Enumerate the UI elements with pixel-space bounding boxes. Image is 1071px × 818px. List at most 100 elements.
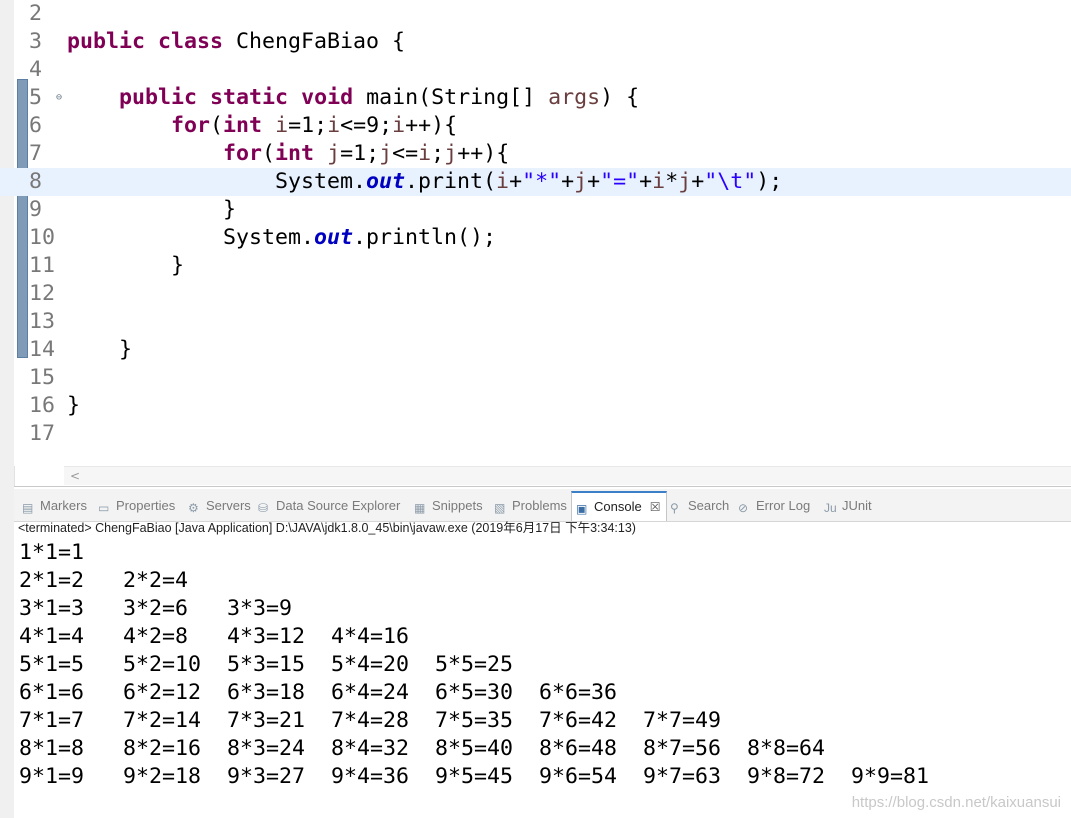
servers-icon: ⚙: [188, 501, 199, 515]
tab-junit[interactable]: Ju JUnit: [824, 495, 872, 517]
code-line[interactable]: 17: [0, 420, 1071, 448]
console-line: 8*1=8 8*2=16 8*3=24 8*4=32 8*5=40 8*6=48 8*7=5…: [19, 735, 955, 763]
console-line: 6*1=6 6*2=12 6*3=18 6*4=24 6*5=30 6*6=36: [19, 679, 955, 707]
scroll-left-arrow-icon[interactable]: <: [70, 467, 80, 485]
close-icon[interactable]: ☒: [650, 500, 661, 514]
tab-label: Servers: [206, 498, 251, 513]
console-cell: 6*4=24: [331, 680, 410, 705]
code-line[interactable]: 3 public class ChengFaBiao {: [0, 28, 1071, 56]
console-cell: 9*4=36: [331, 764, 410, 789]
console-line: 3*1=3 3*2=6 3*3=9: [19, 595, 955, 623]
panel-left-strip: [0, 486, 14, 818]
tab-label: Markers: [40, 498, 87, 513]
tab-properties[interactable]: ▭ Properties: [98, 495, 175, 517]
code-line[interactable]: 16}: [0, 392, 1071, 420]
console-line: 7*1=7 7*2=14 7*3=21 7*4=28 7*5=35 7*6=42 7*7=4…: [19, 707, 955, 735]
console-cell: 8*4=32: [331, 736, 410, 761]
console-cell: 9*9=81: [851, 764, 930, 789]
tab-data-source-explorer[interactable]: ⛁ Data Source Explorer: [258, 495, 400, 517]
line-number: 9: [29, 197, 43, 222]
console-cell: 5*1=5: [19, 652, 85, 677]
console-output[interactable]: 1*1=1 2*1=2 2*2=4 3*1=3 3*2=6 3*3=9 4*1=4 4*2=8…: [19, 539, 955, 791]
console-cell: 9*7=63: [643, 764, 722, 789]
console-cell: 6*6=36: [539, 680, 618, 705]
tab-servers[interactable]: ⚙ Servers: [188, 495, 251, 517]
code-line[interactable]: 12: [0, 280, 1071, 308]
console-cell: 2*1=2: [19, 568, 85, 593]
code-text[interactable]: System.out.println();: [67, 224, 496, 252]
properties-icon: ▭: [98, 501, 110, 515]
console-cell: 6*1=6: [19, 680, 85, 705]
console-icon: ▣: [576, 502, 588, 516]
console-line: 9*1=9 9*2=18 9*3=27 9*4=36 9*5=45 9*6=54 9*7=6…: [19, 763, 955, 791]
code-text[interactable]: for(int i=1;i<=9;i++){: [67, 112, 457, 140]
code-line[interactable]: 15: [0, 364, 1071, 392]
console-cell: 7*6=42: [539, 708, 618, 733]
line-number: 12: [29, 281, 56, 306]
tab-label: Data Source Explorer: [276, 498, 401, 513]
code-line[interactable]: 10 System.out.println();: [0, 224, 1071, 252]
watermark: https://blog.csdn.net/kaixuansui: [851, 794, 1061, 811]
markers-icon: ▤: [22, 501, 34, 515]
fold-collapse-icon[interactable]: ⊖: [56, 84, 62, 112]
code-line[interactable]: 5 ⊖ public static void main(String[] args…: [0, 84, 1071, 112]
code-text[interactable]: for(int j=1;j<=i;j++){: [67, 140, 509, 168]
line-number: 14: [29, 337, 56, 362]
console-cell: 8*2=16: [123, 736, 202, 761]
console-cell: 6*3=18: [227, 680, 306, 705]
code-line[interactable]: 11 }: [0, 252, 1071, 280]
code-line[interactable]: 8 System.out.print(i+"*"+j+"="+i*j+"\t")…: [0, 168, 1071, 196]
line-number: 5: [29, 85, 43, 110]
tab-label: Console: [594, 499, 642, 514]
code-line[interactable]: 6 for(int i=1;i<=9;i++){: [0, 112, 1071, 140]
code-text[interactable]: }: [67, 196, 236, 224]
code-line[interactable]: 7 for(int j=1;j<=i;j++){: [0, 140, 1071, 168]
code-line[interactable]: 4: [0, 56, 1071, 84]
console-cell: 7*4=28: [331, 708, 410, 733]
console-cell: 9*6=54: [539, 764, 618, 789]
line-number: 17: [29, 421, 56, 446]
console-cell: 2*2=4: [123, 568, 189, 593]
tab-search[interactable]: ⚲ Search: [670, 495, 729, 517]
console-cell: 7*7=49: [643, 708, 722, 733]
code-text[interactable]: }: [67, 336, 132, 364]
code-text[interactable]: }: [67, 252, 184, 280]
console-cell: 4*2=8: [123, 624, 189, 649]
code-lines: 2 3 public class ChengFaBiao {4 5 ⊖ public s…: [0, 0, 1071, 448]
tab-label: JUnit: [842, 498, 872, 513]
console-cell: 8*3=24: [227, 736, 306, 761]
problems-icon: ▧: [494, 501, 506, 515]
console-line: 2*1=2 2*2=4: [19, 567, 955, 595]
tab-snippets[interactable]: ▦ Snippets: [414, 495, 483, 517]
console-cell: 7*3=21: [227, 708, 306, 733]
editor-horizontal-scrollbar[interactable]: <: [64, 466, 1071, 485]
tab-label: Search: [688, 498, 730, 513]
code-text[interactable]: public static void main(String[] args) {: [67, 84, 639, 112]
tab-label: Snippets: [432, 498, 483, 513]
data-source-icon: ⛁: [258, 501, 269, 515]
tab-error-log[interactable]: ⊘ Error Log: [738, 495, 810, 517]
junit-icon: Ju: [824, 501, 837, 515]
code-line[interactable]: 9 }: [0, 196, 1071, 224]
code-text[interactable]: }: [67, 392, 80, 420]
code-text[interactable]: System.out.print(i+"*"+j+"="+i*j+"\t");: [67, 168, 782, 196]
console-cell: 9*5=45: [435, 764, 514, 789]
console-cell: 7*1=7: [19, 708, 85, 733]
console-cell: 5*3=15: [227, 652, 306, 677]
search-icon: ⚲: [670, 501, 679, 515]
console-cell: 7*5=35: [435, 708, 514, 733]
console-cell: 3*1=3: [19, 596, 85, 621]
console-cell: 9*2=18: [123, 764, 202, 789]
code-editor[interactable]: 2 3 public class ChengFaBiao {4 5 ⊖ public s…: [0, 0, 1071, 486]
console-cell: 4*4=16: [331, 624, 410, 649]
code-line[interactable]: 14 }: [0, 336, 1071, 364]
code-text[interactable]: public class ChengFaBiao {: [67, 28, 405, 56]
console-panel: ▤ Markers ▭ Properties ⚙ Servers ⛁ Data Source …: [14, 486, 1071, 818]
tab-problems[interactable]: ▧ Problems: [494, 495, 567, 517]
console-cell: 8*7=56: [643, 736, 722, 761]
console-cell: 5*4=20: [331, 652, 410, 677]
tab-console[interactable]: ▣ Console ☒: [571, 491, 668, 521]
code-line[interactable]: 2: [0, 0, 1071, 28]
code-line[interactable]: 13: [0, 308, 1071, 336]
tab-markers[interactable]: ▤ Markers: [22, 495, 87, 517]
